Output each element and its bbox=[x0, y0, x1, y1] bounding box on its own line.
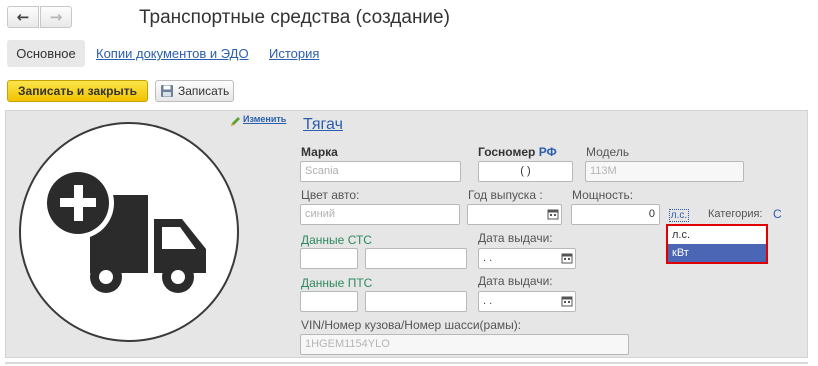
color-input[interactable]: синий bbox=[300, 204, 460, 225]
divider bbox=[5, 362, 808, 364]
sts-number-input[interactable] bbox=[365, 248, 467, 269]
category-label: Категория: bbox=[708, 208, 763, 220]
tab-history[interactable]: История bbox=[269, 40, 319, 67]
sts-label: Данные СТС bbox=[301, 233, 372, 247]
pts-date-label: Дата выдачи: bbox=[478, 274, 553, 288]
calendar-icon[interactable] bbox=[561, 252, 573, 264]
dropdown-option-kw[interactable]: кВт bbox=[668, 244, 766, 262]
brand-input[interactable]: Scania bbox=[300, 161, 461, 182]
floppy-disk-icon bbox=[161, 85, 173, 97]
back-button[interactable]: ← bbox=[7, 6, 39, 28]
pts-label: Данные ПТС bbox=[301, 276, 373, 290]
tab-document-copies[interactable]: Копии документов и ЭДО bbox=[96, 40, 249, 67]
dropdown-option-hp[interactable]: л.с. bbox=[668, 226, 766, 244]
pts-date-value: . . bbox=[483, 295, 493, 307]
model-input[interactable]: 113M bbox=[585, 161, 744, 182]
plate-input[interactable]: ( ) bbox=[478, 161, 573, 182]
sts-date-input[interactable]: . . bbox=[478, 248, 576, 269]
calendar-icon[interactable] bbox=[547, 208, 559, 220]
category-value[interactable]: С bbox=[773, 207, 782, 221]
vehicle-type-link[interactable]: Тягач bbox=[303, 116, 343, 134]
vin-label: VIN/Номер кузова/Номер шасси(рамы): bbox=[301, 318, 522, 332]
color-label: Цвет авто: bbox=[301, 188, 360, 202]
sts-date-label: Дата выдачи: bbox=[478, 231, 553, 245]
power-label: Мощность: bbox=[572, 188, 634, 202]
add-truck-icon bbox=[42, 167, 206, 293]
sts-date-value: . . bbox=[483, 252, 493, 264]
brand-label: Марка bbox=[301, 145, 338, 159]
sts-series-input[interactable] bbox=[300, 248, 358, 269]
pts-number-input[interactable] bbox=[365, 291, 467, 312]
power-input[interactable]: 0 bbox=[571, 204, 660, 225]
pencil-icon bbox=[231, 117, 240, 126]
vin-input[interactable]: 1HGEM1154YLO bbox=[300, 334, 629, 355]
save-button[interactable]: Записать bbox=[155, 80, 234, 102]
arrow-right-icon: → bbox=[49, 8, 63, 26]
tab-main[interactable]: Основное bbox=[7, 40, 85, 67]
year-label: Год выпуска : bbox=[468, 188, 543, 202]
edit-photo-link[interactable]: Изменить bbox=[243, 114, 286, 124]
model-label: Модель bbox=[586, 145, 630, 159]
pts-series-input[interactable] bbox=[300, 291, 358, 312]
year-input[interactable] bbox=[467, 204, 562, 225]
save-and-close-button[interactable]: Записать и закрыть bbox=[7, 80, 148, 102]
pts-date-input[interactable]: . . bbox=[478, 291, 576, 312]
arrow-left-icon: ← bbox=[16, 8, 30, 26]
page-title: Транспортные средства (создание) bbox=[139, 7, 450, 28]
power-unit-select[interactable]: л.с. bbox=[669, 209, 689, 222]
plate-label: Госномер РФ bbox=[478, 145, 557, 159]
calendar-icon[interactable] bbox=[561, 295, 573, 307]
power-unit-dropdown: л.с. кВт bbox=[666, 224, 768, 264]
forward-button[interactable]: → bbox=[40, 6, 72, 28]
save-and-close-label: Записать и закрыть bbox=[18, 84, 137, 98]
save-label: Записать bbox=[178, 84, 230, 98]
